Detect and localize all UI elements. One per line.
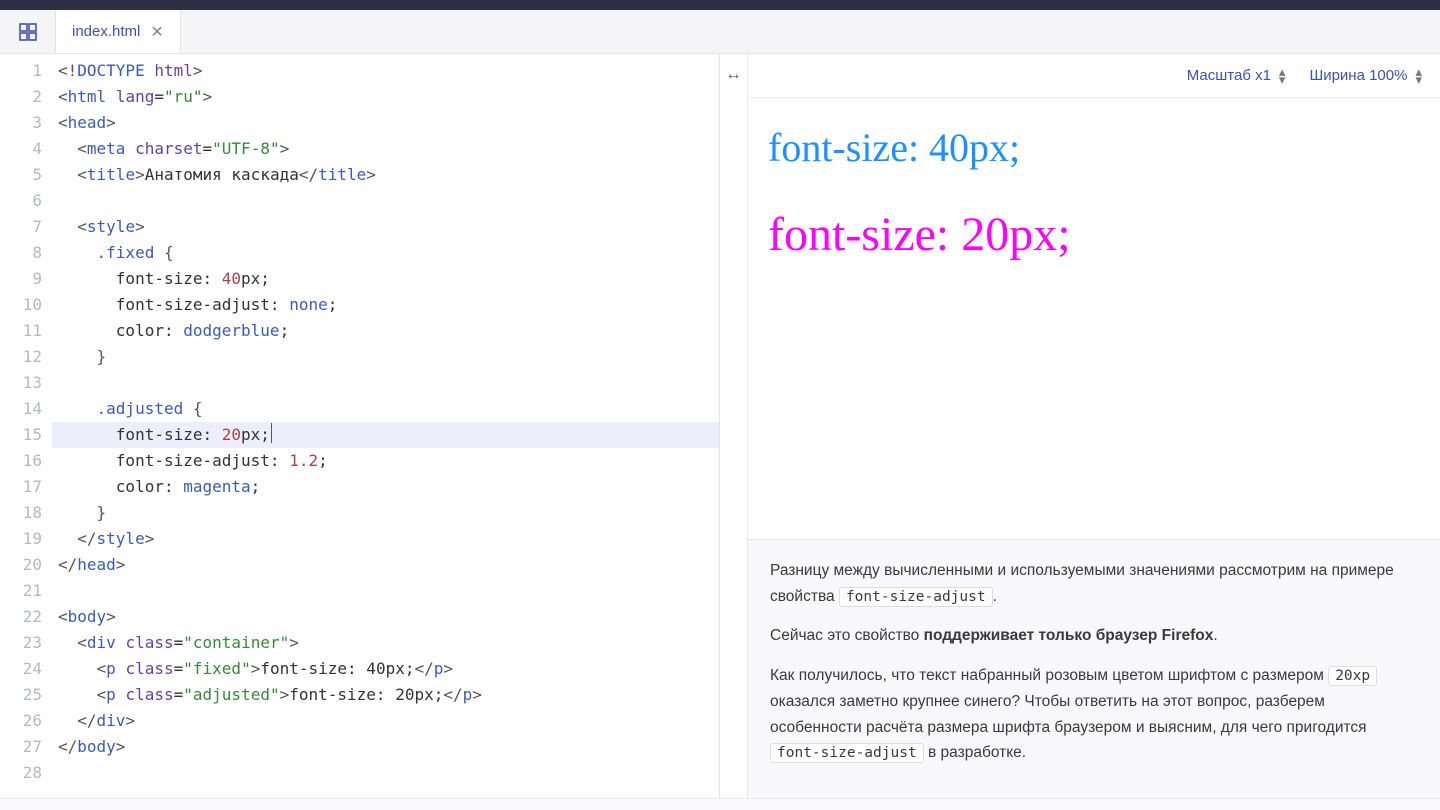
width-selector[interactable]: Ширина 100% ▴▾ [1309, 67, 1422, 84]
code-line[interactable]: font-size-adjust: none; [58, 292, 719, 318]
notes-text: оказался заметно крупнее синего? Чтобы о… [770, 693, 1367, 736]
code-chip: font-size-adjust [839, 587, 993, 607]
code-line[interactable] [58, 370, 719, 396]
app-titlebar [0, 0, 1440, 10]
line-gutter: 1234567891011121314151617181920212223242… [0, 54, 52, 798]
notes-paragraph: Как получилось, что текст набранный розо… [770, 663, 1418, 766]
code-line[interactable]: </div> [58, 708, 719, 734]
zoom-selector[interactable]: Масштаб x1 ▴▾ [1187, 67, 1286, 84]
code-editor[interactable]: <!DOCTYPE html><html lang="ru"><head> <m… [52, 54, 719, 798]
notes-text: . [1213, 627, 1217, 644]
code-line[interactable]: font-size-adjust: 1.2; [58, 448, 719, 474]
code-line[interactable]: } [58, 500, 719, 526]
code-chip: 20xp [1328, 666, 1377, 686]
code-line[interactable] [58, 188, 719, 214]
notes-bold: поддерживает только браузер Firefox [924, 627, 1214, 644]
sort-icon: ▴▾ [1415, 68, 1422, 84]
code-line[interactable]: <title>Анатомия каскада</title> [58, 162, 719, 188]
tab-index-html[interactable]: index.html ✕ [56, 10, 181, 53]
resize-icon: ↔ [726, 66, 742, 84]
code-line[interactable]: .fixed { [58, 240, 719, 266]
main-split: 1234567891011121314151617181920212223242… [0, 54, 1440, 798]
code-line[interactable]: <body> [58, 604, 719, 630]
code-line[interactable]: </head> [58, 552, 719, 578]
notes-text: в разработке. [924, 744, 1026, 761]
width-label: Ширина 100% [1309, 67, 1407, 84]
code-line[interactable]: font-size: 40px; [58, 266, 719, 292]
notes-text: . [993, 588, 997, 605]
code-line[interactable]: font-size: 20px; [52, 422, 719, 448]
code-line[interactable]: <p class="adjusted">font-size: 20px;</p> [58, 682, 719, 708]
tab-filename: index.html [72, 23, 140, 40]
status-bar [0, 798, 1440, 810]
code-chip: font-size-adjust [770, 743, 924, 763]
code-line[interactable]: <head> [58, 110, 719, 136]
code-line[interactable] [58, 760, 719, 786]
notes-text: Сейчас это свойство [770, 627, 924, 644]
close-icon[interactable]: ✕ [150, 22, 163, 42]
code-line[interactable]: </body> [58, 734, 719, 760]
zoom-label: Масштаб x1 [1187, 67, 1271, 84]
notes-text: Как получилось, что текст набранный розо… [770, 667, 1328, 684]
code-line[interactable]: <p class="fixed">font-size: 40px;</p> [58, 656, 719, 682]
tab-bar: index.html ✕ [0, 10, 1440, 54]
code-line[interactable]: <meta charset="UTF-8"> [58, 136, 719, 162]
code-line[interactable]: <style> [58, 214, 719, 240]
code-line[interactable]: <div class="container"> [58, 630, 719, 656]
preview-viewport: font-size: 40px; font-size: 20px; [748, 98, 1440, 539]
preview-text-fixed: font-size: 40px; [768, 124, 1420, 171]
layout-icon[interactable] [0, 10, 56, 53]
notes-paragraph: Разницу между вычисленными и используемы… [770, 558, 1418, 609]
editor-pane: 1234567891011121314151617181920212223242… [0, 54, 720, 798]
code-line[interactable]: color: magenta; [58, 474, 719, 500]
code-line[interactable] [58, 578, 719, 604]
resize-handle[interactable]: ↔ [720, 54, 748, 798]
preview-toolbar: Масштаб x1 ▴▾ Ширина 100% ▴▾ [748, 54, 1440, 98]
notes-paragraph: Сейчас это свойство поддерживает только … [770, 623, 1418, 649]
preview-text-adjusted: font-size: 20px; [768, 207, 1420, 262]
preview-pane: Масштаб x1 ▴▾ Ширина 100% ▴▾ font-size: … [748, 54, 1440, 798]
notes-panel: Разницу между вычисленными и используемы… [748, 539, 1440, 798]
code-line[interactable]: color: dodgerblue; [58, 318, 719, 344]
code-line[interactable]: <html lang="ru"> [58, 84, 719, 110]
code-line[interactable]: .adjusted { [58, 396, 719, 422]
code-line[interactable]: </style> [58, 526, 719, 552]
sort-icon: ▴▾ [1279, 68, 1286, 84]
code-line[interactable]: <!DOCTYPE html> [58, 58, 719, 84]
code-line[interactable]: } [58, 344, 719, 370]
